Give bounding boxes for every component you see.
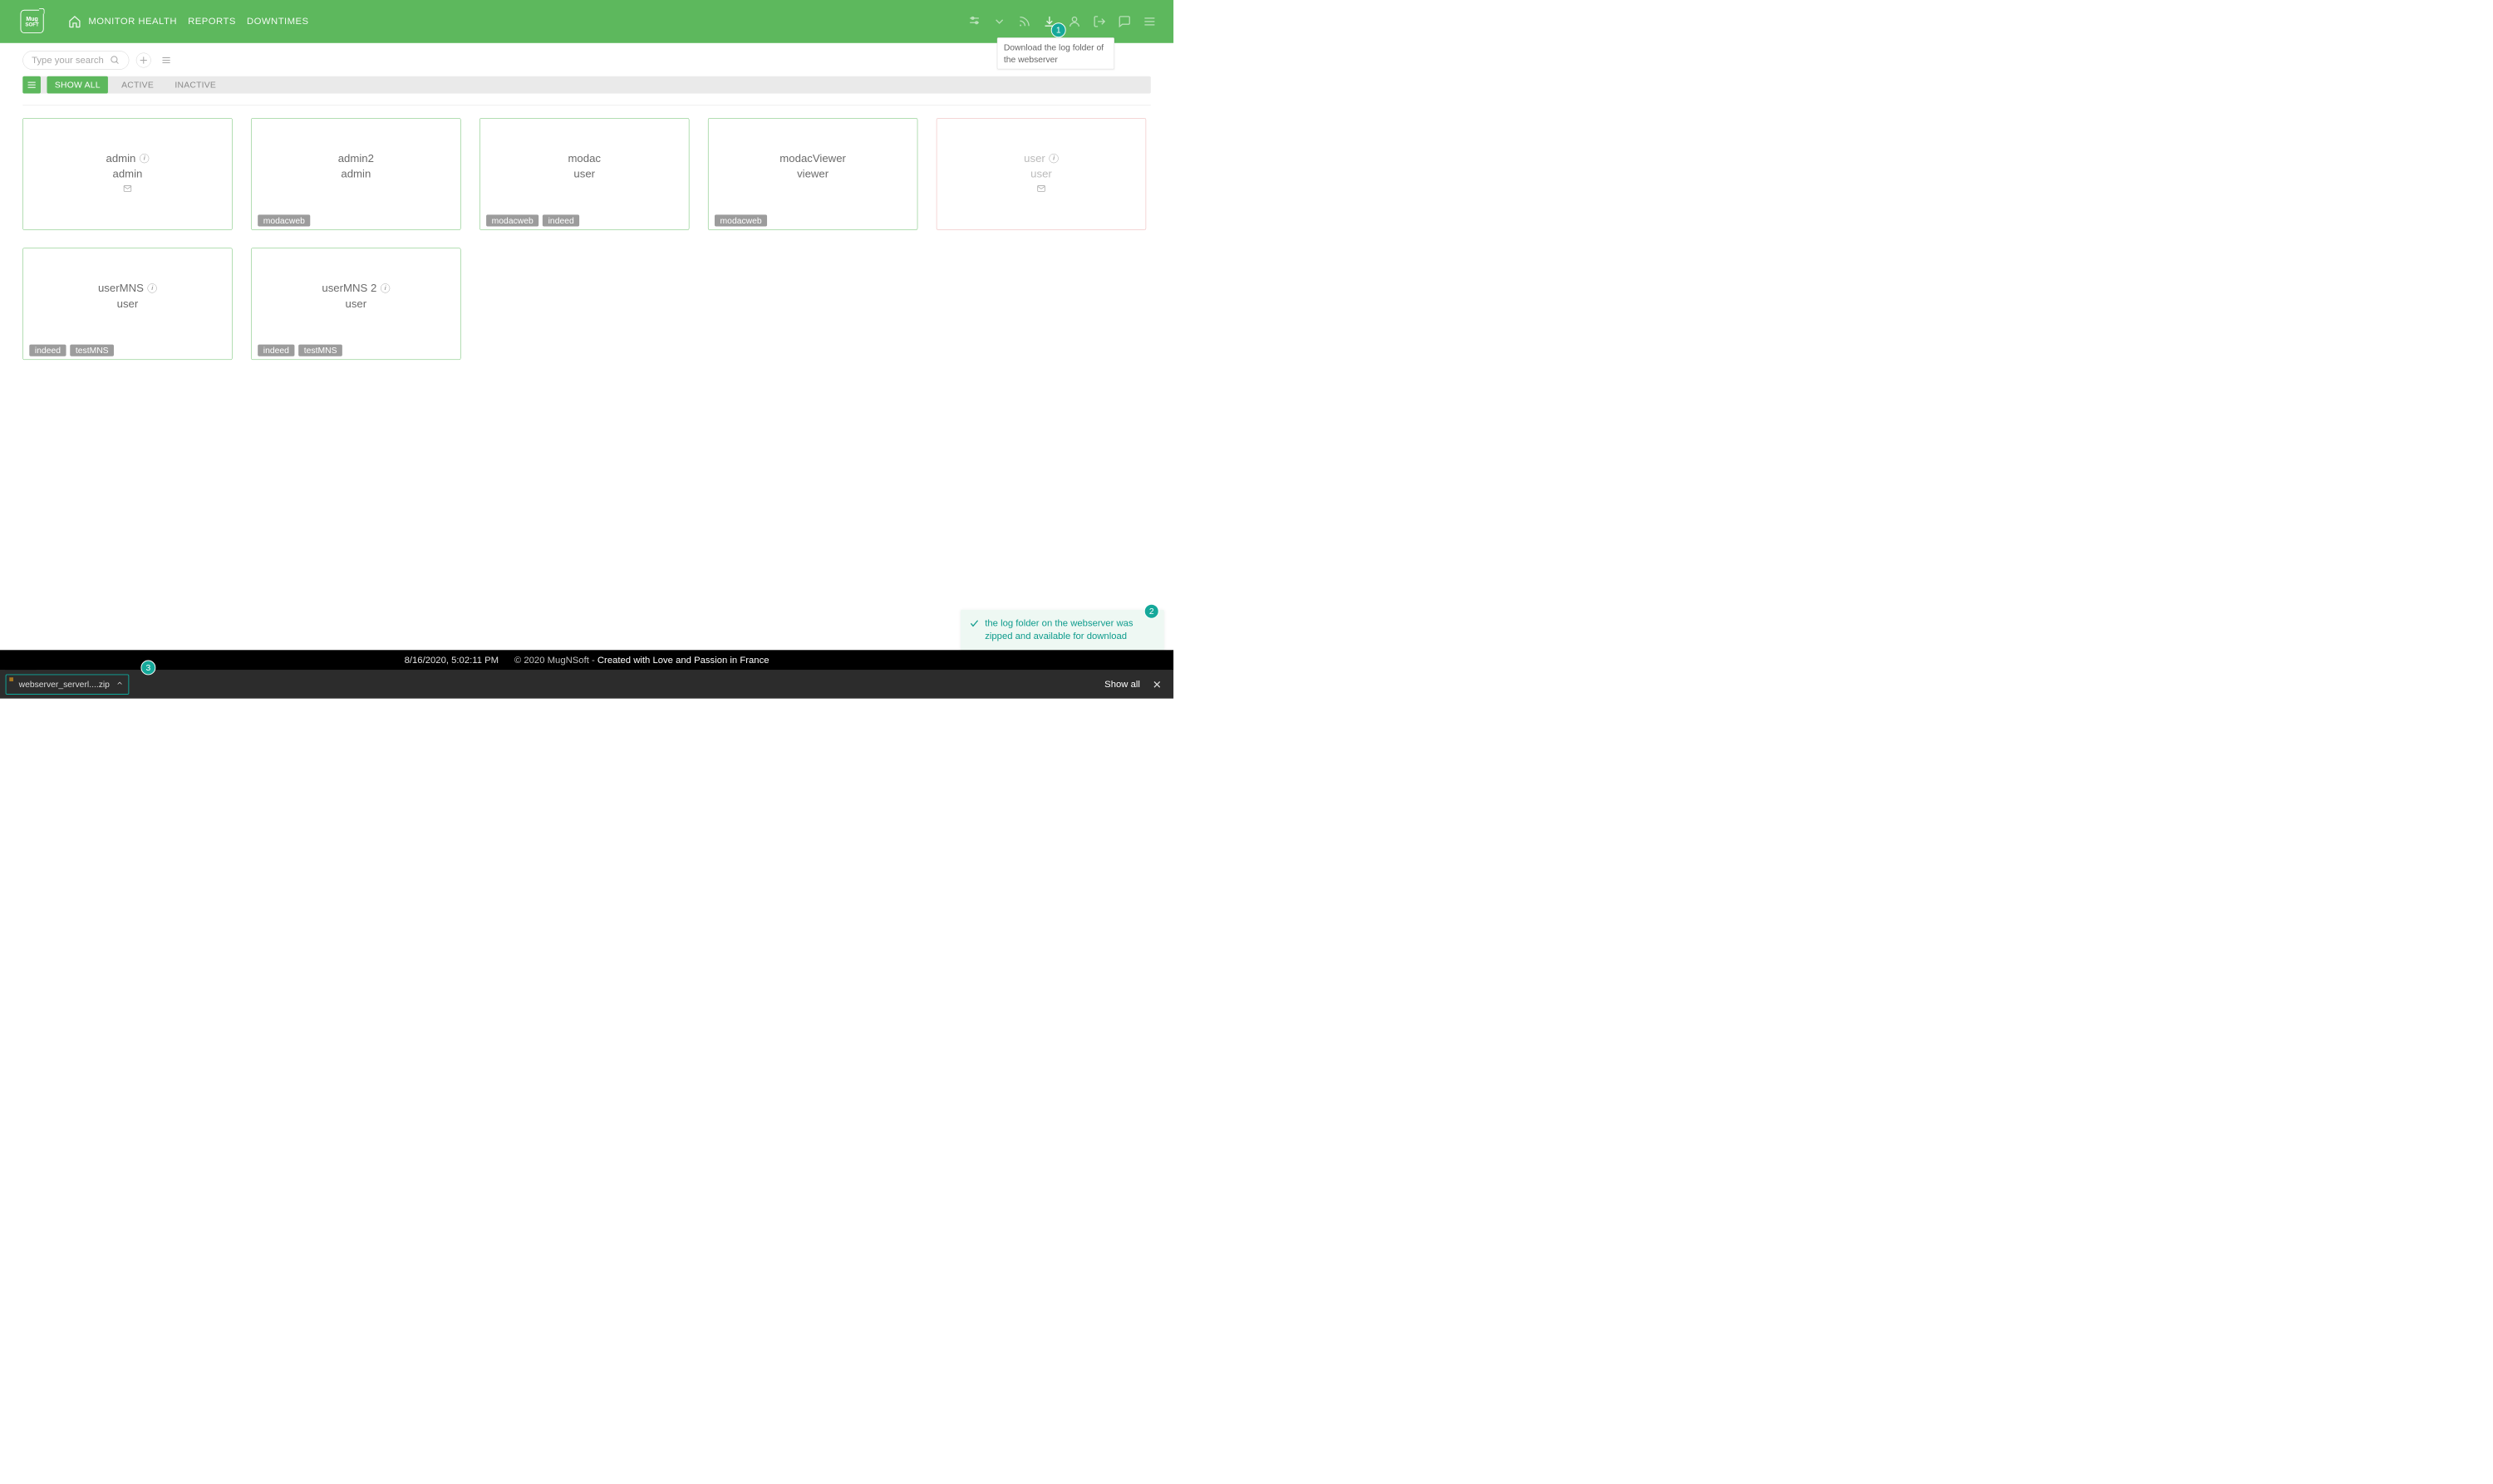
- download-log-tooltip: Download the log folder of the webserver: [997, 37, 1114, 69]
- filter-inactive[interactable]: INACTIVE: [167, 76, 224, 94]
- mail-icon[interactable]: [122, 184, 133, 195]
- download-bar-actions: Show all ✕: [1104, 678, 1162, 691]
- card-tags: modacweb: [258, 214, 310, 226]
- card-name: modacViewer: [779, 152, 846, 165]
- rss-icon[interactable]: [1018, 15, 1031, 28]
- card-tags: indeed testMNS: [29, 345, 114, 356]
- chat-icon[interactable]: [1118, 15, 1131, 28]
- card-name: userMNS 2i: [322, 282, 390, 294]
- info-icon[interactable]: i: [148, 283, 157, 292]
- callout-badge-1: 1: [1051, 22, 1066, 37]
- tag[interactable]: testMNS: [298, 345, 342, 356]
- close-icon[interactable]: ✕: [1153, 678, 1162, 691]
- brand-logo[interactable]: MugSOFT: [20, 10, 43, 33]
- chevron-up-icon[interactable]: [116, 680, 123, 690]
- dropdown-caret-icon[interactable]: [993, 15, 1006, 28]
- footer-timestamp: 8/16/2020, 5:02:11 PM: [405, 655, 499, 666]
- footer-credit: © 2020 MugNSoft - Created with Love and …: [514, 655, 770, 666]
- filter-bar: SHOW ALL ACTIVE INACTIVE: [22, 76, 1150, 94]
- download-chip[interactable]: webserver_serverl....zip: [6, 674, 130, 694]
- card-role: user: [1030, 168, 1052, 180]
- logout-icon[interactable]: [1093, 15, 1106, 28]
- filter-menu-button[interactable]: [22, 76, 41, 94]
- home-icon[interactable]: [68, 15, 81, 28]
- user-card[interactable]: admini admin: [22, 118, 232, 230]
- search-icon: [110, 55, 120, 65]
- filter-show-all[interactable]: SHOW ALL: [47, 76, 108, 94]
- check-icon: [969, 618, 979, 628]
- callout-badge-2: 2: [1144, 604, 1159, 619]
- mail-icon[interactable]: [1035, 184, 1046, 195]
- tag[interactable]: modacweb: [258, 214, 310, 226]
- toast-message: the log folder on the webserver was zipp…: [985, 617, 1153, 643]
- tag[interactable]: modacweb: [715, 214, 767, 226]
- info-icon[interactable]: i: [381, 283, 390, 292]
- tag[interactable]: modacweb: [486, 214, 538, 226]
- info-icon[interactable]: i: [140, 154, 149, 163]
- user-card[interactable]: userMNSi user indeed testMNS: [22, 248, 232, 360]
- card-tags: modacweb: [715, 214, 767, 226]
- user-card[interactable]: useri user: [937, 118, 1146, 230]
- nav-monitor-health[interactable]: MONITOR HEALTH: [88, 16, 177, 27]
- card-role: user: [346, 297, 367, 310]
- user-icon[interactable]: [1068, 15, 1081, 28]
- card-tags: modacweb indeed: [486, 214, 579, 226]
- plus-icon: [139, 55, 149, 65]
- download-show-all[interactable]: Show all: [1104, 679, 1140, 690]
- list-view-button[interactable]: [158, 54, 175, 66]
- tag[interactable]: indeed: [543, 214, 579, 226]
- card-name: admini: [106, 152, 149, 165]
- card-name: useri: [1024, 152, 1059, 165]
- user-card[interactable]: modacViewer viewer modacweb: [708, 118, 917, 230]
- filter-active[interactable]: ACTIVE: [114, 76, 162, 94]
- footer-bar: 8/16/2020, 5:02:11 PM © 2020 MugNSoft - …: [0, 650, 1173, 670]
- info-icon[interactable]: i: [1050, 154, 1059, 163]
- tag[interactable]: indeed: [29, 345, 66, 356]
- add-button[interactable]: [136, 53, 151, 68]
- card-role: admin: [112, 168, 142, 180]
- top-nav-bar: MugSOFT MONITOR HEALTH REPORTS DOWNTIMES: [0, 0, 1173, 43]
- browser-download-bar: webserver_serverl....zip Show all ✕: [0, 671, 1173, 699]
- cards-grid: adminiadminadmin2adminmodacwebmodacuserm…: [22, 118, 1150, 360]
- list-icon: [161, 55, 171, 65]
- nav-reports[interactable]: REPORTS: [188, 16, 236, 27]
- user-card[interactable]: modac user modacweb indeed: [479, 118, 689, 230]
- tag[interactable]: testMNS: [70, 345, 114, 356]
- search-input[interactable]: Type your search: [22, 51, 129, 70]
- download-filename: webserver_serverl....zip: [19, 680, 110, 690]
- nav-downtimes[interactable]: DOWNTIMES: [247, 16, 309, 27]
- search-placeholder: Type your search: [32, 55, 104, 66]
- primary-nav: MONITOR HEALTH REPORTS DOWNTIMES: [88, 16, 308, 27]
- card-role: viewer: [797, 168, 829, 180]
- card-name: admin2: [338, 152, 374, 165]
- card-role: user: [117, 297, 139, 310]
- card-role: user: [573, 168, 595, 180]
- card-name: userMNSi: [98, 282, 157, 294]
- user-card[interactable]: userMNS 2i user indeed testMNS: [251, 248, 460, 360]
- menu-icon[interactable]: [1143, 15, 1156, 28]
- sliders-icon[interactable]: [968, 15, 981, 28]
- card-role: admin: [341, 168, 371, 180]
- toast-success: the log folder on the webserver was zipp…: [961, 610, 1164, 651]
- card-tags: indeed testMNS: [258, 345, 342, 356]
- tag[interactable]: indeed: [258, 345, 294, 356]
- user-card[interactable]: admin2 admin modacweb: [251, 118, 460, 230]
- card-name: modac: [568, 152, 601, 165]
- callout-badge-3: 3: [140, 661, 155, 676]
- toolbar: Type your search: [22, 51, 175, 70]
